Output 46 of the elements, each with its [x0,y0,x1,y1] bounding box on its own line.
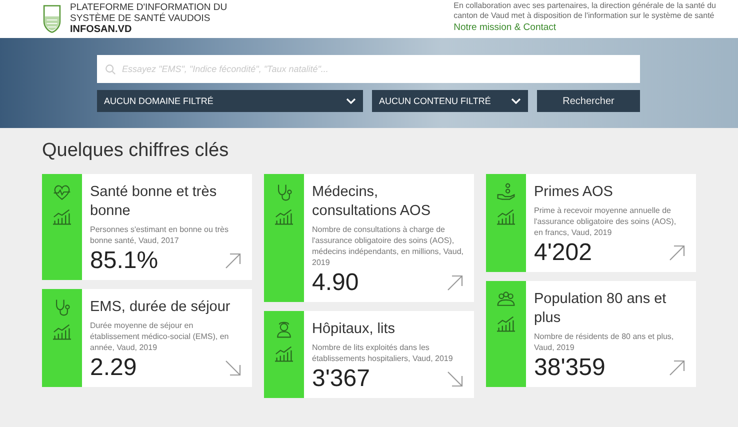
chevron-down-icon [511,98,521,104]
card-value: 2.29 [90,353,137,383]
card-value: 3'367 [312,364,370,394]
card-value: 4'202 [534,238,592,268]
site-name: INFOSAN.VD [70,24,133,36]
canton-shield-logo[interactable] [42,4,62,34]
card-title: Santé bonne et très bonne [90,183,218,221]
card-value: 4.90 [312,268,359,298]
indicator-card[interactable]: Hôpitaux, lits Nombre de lits exploités dans les établissements hospitaliers, Vaud, 2019 3'367 [264,311,474,398]
card-title: Médecins, consultations AOS [312,183,432,221]
growth-chart-icon [52,323,72,341]
content-filter-dropdown[interactable]: AUCUN CONTENU FILTRÉ [372,90,528,112]
hand-coins-icon [496,182,516,202]
card-title: Primes AOS [534,183,614,202]
card-value: 85.1% [90,246,158,276]
domain-filter-dropdown[interactable]: AUCUN DOMAINE FILTRÉ [97,90,363,112]
search-button[interactable]: Rechercher [537,90,640,112]
nurse-icon [274,319,294,339]
indicator-card[interactable]: Primes AOS Prime à recevoir moyenne annuelle de l'assurance obligatoire des soins (AOS), en francs, Vaud, 2019 4'202 [486,174,696,272]
card-title: EMS, durée de séjour [90,298,232,317]
intro-text: En collaboration avec ses partenaires, la direction générale de la santé du [454,1,716,11]
growth-chart-icon [52,208,72,226]
indicator-card[interactable]: Population 80 ans et plus Nombre de résidents de 80 ans et plus, Vaud, 2019 38'359 [486,281,696,387]
indicator-card[interactable]: EMS, durée de séjour Durée moyenne de séjour en établissement médico-social (EMS), en année, Vaud, 2019 2.29 [42,289,252,387]
card-description: Nombre de lits exploités dans les établissements hospitaliers, Vaud, 2019 [312,342,454,364]
growth-chart-icon [274,208,294,226]
indicator-card[interactable]: Médecins, consultations AOS Nombre de consultations à charge de l'assurance obligatoire des soins (AOS), médecins indépendants, en millions, Vaud, 2019 4.90 [264,174,474,302]
intro-text: canton de Vaud met à disposition de l'information sur le système de santé [454,11,716,21]
indicator-card[interactable]: Santé bonne et très bonne Personnes s'estimant en bonne ou très bonne santé, Vaud, 2017 85.1% [42,174,252,280]
platform-title: PLATEFORME D'INFORMATION DU [70,2,228,13]
card-description: Durée moyenne de séjour en établissement médico-social (EMS), en année, Vaud, 2019 [90,320,230,353]
section-title: Quelques chiffres clés [42,140,230,162]
people-icon [496,289,516,309]
card-title: Hôpitaux, lits [312,320,396,339]
card-description: Prime à recevoir moyenne annuelle de l'assurance obligatoire des soins (AOS), en francs, Vaud, 2019 [534,205,678,238]
card-value: 38'359 [534,353,606,383]
card-description: Nombre de résidents de 80 ans et plus, Vaud, 2019 [534,331,675,353]
growth-chart-icon [274,345,294,363]
mission-contact-link[interactable]: Notre mission & Contact [454,21,556,35]
growth-chart-icon [496,208,516,226]
card-description: Personnes s'estimant en bonne ou très bonne santé, Vaud, 2017 [90,224,230,246]
card-title: Population 80 ans et plus [534,290,668,328]
chevron-down-icon [346,98,356,104]
growth-chart-icon [496,315,516,333]
card-description: Nombre de consultations à charge de l'assurance obligatoire des soins (AOS), médecins indépendants, en millions, Vaud, 2019 [312,224,464,268]
platform-title: SYSTÈME DE SANTÉ VAUDOIS [70,13,212,24]
